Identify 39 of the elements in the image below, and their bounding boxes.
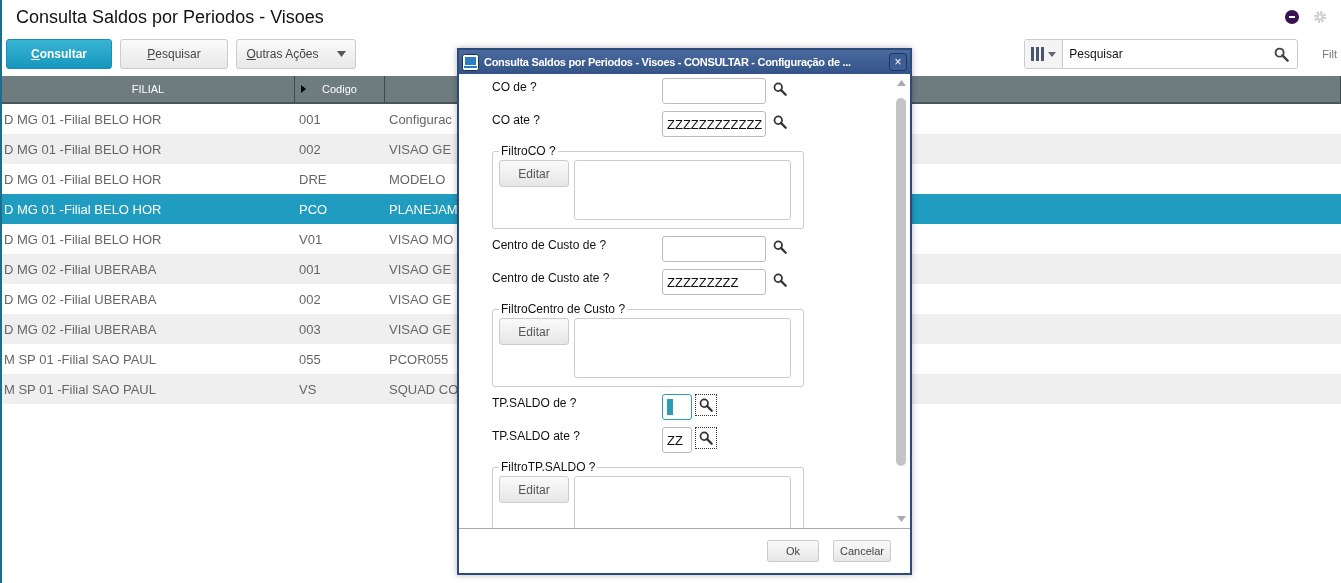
- table-cell-text: M SP 01 -Filial SAO PAUL: [3, 381, 157, 397]
- table-cell-text: MODELO: [388, 171, 447, 187]
- table-cell-text: 002: [298, 291, 322, 307]
- dialog-title: Consulta Saldos por Periodos - Visoes - CONSULTAR - Configuração de ...: [484, 56, 852, 68]
- field-label: TP.SALDO ate ?: [492, 428, 581, 443]
- table-cell-text: VISAO GE: [388, 141, 453, 157]
- table-cell-text: D MG 01 -Filial BELO HOR: [3, 141, 163, 157]
- table-cell-text: DRE: [298, 171, 328, 187]
- table-cell-text: D MG 01 -Filial BELO HOR: [3, 201, 163, 217]
- table-cell-text: 001: [298, 111, 322, 127]
- table-cell-text: VISAO GE: [388, 261, 453, 277]
- table-cell-text: V01: [298, 231, 324, 247]
- table-cell-text: VISAO GE: [388, 321, 453, 337]
- table-cell-text: 003: [298, 321, 322, 337]
- field-label: CO ate ?: [492, 112, 542, 127]
- table-cell-text: M SP 01 -Filial SAO PAUL: [3, 351, 157, 367]
- field-label: Centro de Custo de ?: [492, 237, 608, 252]
- table-cell-text: D MG 01 -Filial BELO HOR: [3, 111, 163, 127]
- group-label: FiltroCentro de Custo ?: [500, 302, 627, 316]
- field-label: Centro de Custo ate ?: [492, 270, 611, 285]
- table-cell-text: PCOR055: [388, 351, 450, 367]
- table-cell-text: D MG 02 -Filial UBERABA: [3, 261, 158, 277]
- field-label: CO de ?: [492, 79, 538, 94]
- group-label: FiltroTP.SALDO ?: [500, 460, 597, 474]
- table-cell-text: PCO: [298, 201, 329, 217]
- table-cell-text: D MG 02 -Filial UBERABA: [3, 291, 158, 307]
- page-title: Consulta Saldos por Periodos - Visoes: [16, 6, 324, 28]
- group-label: FiltroCO ?: [500, 144, 557, 158]
- field-label: TP.SALDO de ?: [492, 395, 578, 410]
- table-cell-text: D MG 01 -Filial BELO HOR: [3, 231, 163, 247]
- table-cell-text: 002: [298, 141, 322, 157]
- table-cell-text: 055: [298, 351, 322, 367]
- table-cell-text: VISAO GE: [388, 291, 453, 307]
- table-cell-text: D MG 02 -Filial UBERABA: [3, 321, 158, 337]
- table-cell-text: VS: [298, 381, 318, 397]
- table-cell-text: 001: [298, 261, 322, 277]
- table-cell-text: Configurac: [388, 111, 453, 127]
- table-cell-text: VISAO MO: [388, 231, 453, 247]
- table-cell-text: D MG 01 -Filial BELO HOR: [3, 171, 163, 187]
